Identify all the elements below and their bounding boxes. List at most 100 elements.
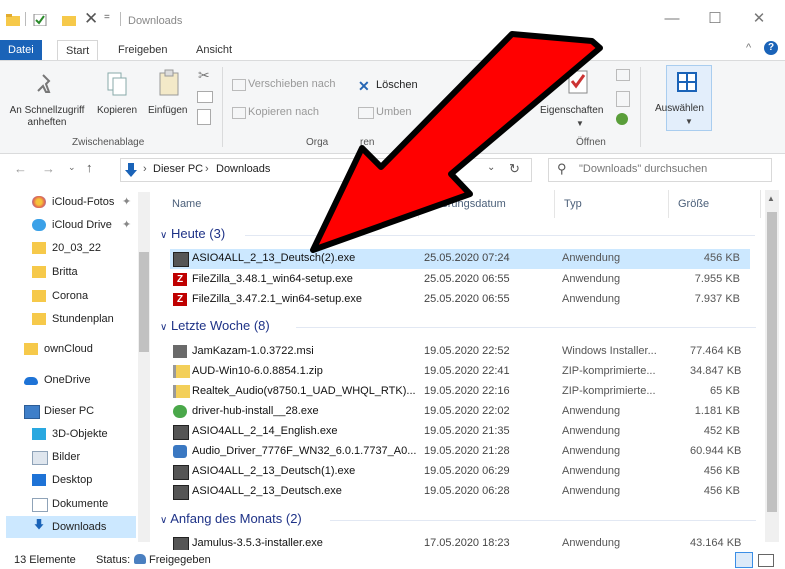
details-view-icon[interactable] (735, 552, 753, 568)
nav-item-onedrive[interactable]: OneDrive (0, 369, 138, 391)
rename-button[interactable]: Umben (376, 106, 411, 118)
column-name[interactable]: Name (172, 198, 201, 210)
cut-icon[interactable]: ✂ (198, 67, 210, 84)
file-row[interactable]: Z FileZilla_3.47.2.1_win64-setup.exe 25.… (170, 290, 750, 310)
new-folder-quick-icon[interactable] (62, 14, 76, 26)
delete-quick-icon[interactable]: ✕ (84, 10, 98, 27)
file-list-scrollbar[interactable]: ▲ (765, 190, 779, 542)
pin-quick-access-button[interactable]: An Schnellzugriff anheften (4, 105, 90, 129)
file-row[interactable]: Realtek_Audio(v8750.1_UAD_WHQL_RTK)... 1… (170, 382, 750, 402)
copy-to-icon (232, 107, 246, 119)
paste-shortcut-icon[interactable] (197, 109, 211, 125)
maximize-button[interactable]: ☐ (700, 8, 730, 30)
group-header-last-week[interactable]: ∨ Letzte Woche (8) (160, 318, 270, 333)
pictures-icon (32, 451, 48, 465)
tab-freigeben[interactable]: Freigeben (110, 40, 176, 60)
nav-item-owncloud[interactable]: ownCloud (0, 338, 138, 360)
forward-icon[interactable]: → (42, 161, 55, 176)
help-icon[interactable]: ? (764, 41, 778, 55)
nav-item-downloads[interactable]: Downloads (6, 516, 136, 538)
group-header-today[interactable]: ∨ Heute (3) (160, 226, 225, 241)
column-type[interactable]: Typ (564, 198, 582, 210)
file-row[interactable]: JamKazam-1.0.3722.msi 19.05.2020 22:52 W… (170, 342, 750, 362)
installer-icon (173, 252, 189, 267)
file-row[interactable]: ASIO4ALL_2_14_English.exe 19.05.2020 21:… (170, 422, 750, 442)
scroll-up-icon[interactable]: ▲ (767, 194, 775, 203)
file-row[interactable]: ASIO4ALL_2_13_Deutsch(1).exe 19.05.2020 … (170, 462, 750, 482)
file-row[interactable]: Z FileZilla_3.48.1_win64-setup.exe 25.05… (170, 270, 750, 290)
collapse-ribbon-icon[interactable]: ^ (746, 42, 751, 54)
divider (120, 12, 121, 26)
file-type: Anwendung (562, 537, 621, 549)
file-size: 60.944 KB (690, 445, 742, 457)
search-icon: ⚲ (557, 161, 567, 176)
file-name: Realtek_Audio(v8750.1_UAD_WHQL_RTK)... (192, 385, 416, 397)
select-grid-icon (677, 72, 697, 92)
nav-item-20-03-22[interactable]: 20_03_22 (0, 237, 138, 259)
tab-start[interactable]: Start (57, 40, 99, 61)
pin-icon (37, 74, 51, 93)
large-icons-view-icon[interactable] (758, 554, 774, 567)
search-input[interactable]: "Downloads" durchsuchen (579, 163, 707, 175)
history-icon[interactable] (616, 113, 628, 125)
file-type: Anwendung (562, 425, 621, 437)
nav-scrollbar-thumb[interactable] (139, 252, 149, 352)
nav-item-dieser-pc[interactable]: Dieser PC (0, 400, 138, 422)
back-icon[interactable]: ← (14, 161, 27, 176)
nav-item-desktop[interactable]: Desktop (0, 469, 138, 491)
folder-icon (24, 343, 38, 355)
customize-toolbar-icon[interactable]: = (104, 12, 110, 23)
delete-button[interactable]: Löschen (376, 79, 418, 91)
tab-ansicht[interactable]: Ansicht (188, 40, 240, 60)
file-name: FileZilla_3.47.2.1_win64-setup.exe (192, 293, 362, 305)
nav-item-label: Corona (52, 290, 89, 302)
nav-scrollbar[interactable] (138, 192, 150, 542)
minimize-button[interactable]: — (657, 8, 687, 30)
file-row[interactable]: Jamulus-3.5.3-installer.exe 17.05.2020 1… (170, 534, 750, 550)
close-button[interactable]: ✕ (744, 8, 774, 30)
edit-icon[interactable] (616, 91, 630, 107)
nav-item-icloud-drive[interactable]: iCloud Drive ✦ (0, 214, 138, 236)
file-row[interactable]: driver-hub-install__28.exe 19.05.2020 22… (170, 402, 750, 422)
recent-locations-icon[interactable]: ⌄ (68, 162, 76, 173)
file-row[interactable]: AUD-Win10-6.0.8854.1.zip 19.05.2020 22:4… (170, 362, 750, 382)
nav-item-dokumente[interactable]: Dokumente (0, 493, 138, 515)
file-row[interactable]: Audio_Driver_7776F_WN32_6.0.1.7737_A0...… (170, 442, 750, 462)
icloud-photos-icon (32, 196, 46, 208)
properties-button[interactable]: Eigenschaften (540, 105, 603, 116)
zip-icon (173, 385, 190, 398)
nav-item-label: iCloud-Fotos (52, 196, 115, 208)
column-size[interactable]: Größe (678, 198, 709, 210)
nav-item-stundenplan[interactable]: Stundenplan (0, 308, 138, 330)
open-icon[interactable] (616, 69, 630, 81)
divider (222, 67, 223, 147)
nav-item-label: Dieser PC (44, 405, 95, 417)
nav-item-icloud-fotos[interactable]: iCloud-Fotos ✦ (0, 191, 138, 213)
properties-quick-icon[interactable] (33, 14, 47, 26)
copy-button[interactable]: Kopieren (97, 105, 137, 116)
breadcrumb-downloads[interactable]: Downloads (216, 163, 270, 175)
file-type: Anwendung (562, 252, 621, 264)
breadcrumb-dieser-pc[interactable]: Dieser PC (153, 163, 203, 175)
nav-item-britta[interactable]: Britta (0, 261, 138, 283)
tab-datei[interactable]: Datei (0, 40, 42, 60)
address-dropdown-icon[interactable]: ⌄ (487, 162, 495, 173)
nav-item-3d-objekte[interactable]: 3D-Objekte (0, 423, 138, 445)
paste-button[interactable]: Einfügen (148, 105, 187, 116)
up-icon[interactable]: ↑ (86, 160, 93, 175)
move-to-button[interactable]: Verschieben nach (248, 78, 335, 90)
copy-path-icon[interactable] (197, 91, 213, 103)
nav-item-corona[interactable]: Corona (0, 285, 138, 307)
group-header-start-of-month[interactable]: ∨ Anfang des Monats (2) (160, 511, 302, 526)
column-date[interactable]: Änderungsdatum (422, 198, 506, 210)
folder-icon (6, 14, 20, 26)
search-box[interactable]: ⚲ "Downloads" durchsuchen (548, 158, 772, 182)
address-bar[interactable]: › Dieser PC › Downloads ⌄ ↻ (120, 158, 532, 182)
nav-item-bilder[interactable]: Bilder (0, 446, 138, 468)
move-to-icon (232, 79, 246, 91)
file-list-scrollbar-thumb[interactable] (767, 212, 777, 512)
refresh-icon[interactable]: ↻ (509, 161, 520, 177)
file-row[interactable]: ASIO4ALL_2_13_Deutsch.exe 19.05.2020 06:… (170, 482, 750, 502)
file-row[interactable]: ASIO4ALL_2_13_Deutsch(2).exe 25.05.2020 … (170, 249, 750, 269)
copy-to-button[interactable]: Kopieren nach (248, 106, 319, 118)
